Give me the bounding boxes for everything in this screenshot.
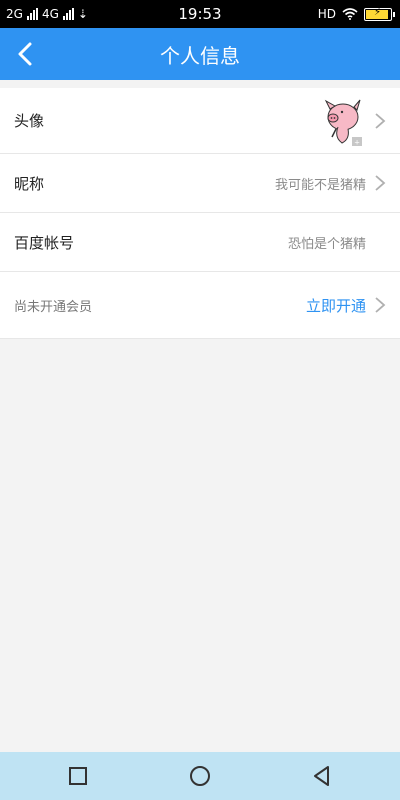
status-right: HD ⚡ [317, 7, 395, 21]
chevron-right-icon [375, 297, 386, 313]
chevron-right-icon [375, 112, 386, 129]
home-icon[interactable] [188, 764, 212, 788]
baidu-account-label: 百度帐号 [14, 233, 75, 252]
nickname-row[interactable]: 昵称 我可能不是猪精 [0, 154, 400, 213]
app-header: 个人信息 [0, 28, 400, 80]
nickname-value: 我可能不是猪精 [274, 177, 366, 193]
baidu-account-row: 百度帐号 恐怕是个猪精 [0, 213, 400, 272]
baidu-account-value: 恐怕是个猪精 [287, 236, 366, 252]
back-nav-icon[interactable] [310, 764, 334, 788]
avatar-label: 头像 [14, 112, 45, 130]
hd-label: HD [317, 7, 336, 21]
system-nav-bar [0, 752, 400, 800]
wifi-icon [342, 8, 358, 20]
battery-icon: ⚡ [364, 7, 395, 21]
status-bar: 2G 4G ⇣ 19:53 HD ⚡ [0, 0, 400, 28]
svg-text:+: + [354, 139, 360, 147]
chevron-right-icon [375, 175, 386, 191]
avatar[interactable]: + [316, 97, 366, 147]
page-title: 个人信息 [160, 44, 240, 68]
avatar-row[interactable]: 头像 + [0, 88, 400, 154]
recent-apps-icon[interactable] [66, 764, 90, 788]
membership-label: 尚未开通会员 [14, 299, 93, 315]
info-list: 头像 + 昵称 我可能不是猪精 百度帐号 恐怕是个猪精 尚未开通会员 立即开通 [0, 88, 400, 339]
nickname-label: 昵称 [14, 174, 45, 193]
membership-row[interactable]: 尚未开通会员 立即开通 [0, 272, 400, 339]
activate-membership-link[interactable]: 立即开通 [306, 295, 366, 316]
